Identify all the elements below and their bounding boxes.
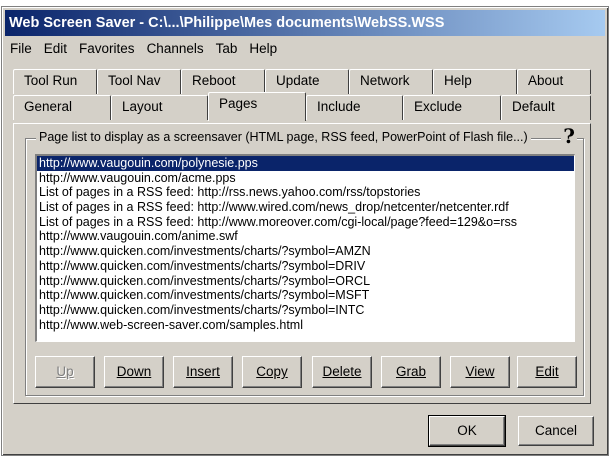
list-item[interactable]: http://www.vaugouin.com/anime.swf xyxy=(37,229,574,244)
tab-reboot[interactable]: Reboot xyxy=(181,69,265,94)
down-button[interactable]: Down xyxy=(104,356,164,388)
insert-button[interactable]: Insert xyxy=(173,356,233,388)
list-item[interactable]: http://www.quicken.com/investments/chart… xyxy=(37,288,574,303)
tab-pages[interactable]: Pages xyxy=(208,92,306,121)
grab-button[interactable]: Grab xyxy=(381,356,441,388)
menu-channels[interactable]: Channels xyxy=(141,39,210,59)
pages-panel: Page list to display as a screensaver (H… xyxy=(13,123,591,404)
list-item[interactable]: List of pages in a RSS feed: http://www.… xyxy=(37,200,574,215)
list-item[interactable]: http://www.quicken.com/investments/chart… xyxy=(37,259,574,274)
menu-bar: File Edit Favorites Channels Tab Help xyxy=(5,38,605,60)
group-legend: Page list to display as a screensaver (H… xyxy=(36,130,531,144)
list-item[interactable]: List of pages in a RSS feed: http://www.… xyxy=(37,215,574,230)
tab-row-front: General Layout Pages Include Exclude Def… xyxy=(13,92,591,121)
list-item[interactable]: List of pages in a RSS feed: http://rss.… xyxy=(37,185,574,200)
page-listbox[interactable]: http://www.vaugouin.com/polynesie.pps htt… xyxy=(35,154,575,342)
question-mark-help-icon[interactable]: ? xyxy=(561,125,577,147)
menu-help[interactable]: Help xyxy=(243,39,283,59)
tab-help[interactable]: Help xyxy=(433,69,517,94)
menu-edit[interactable]: Edit xyxy=(38,39,73,59)
copy-button[interactable]: Copy xyxy=(242,356,302,388)
ok-button[interactable]: OK xyxy=(428,415,506,447)
app-window: Web Screen Saver - C:\...\Philippe\Mes d… xyxy=(1,6,609,456)
tab-about[interactable]: About xyxy=(517,69,591,94)
menu-favorites[interactable]: Favorites xyxy=(73,39,141,59)
list-item[interactable]: http://www.vaugouin.com/acme.pps xyxy=(37,171,574,186)
list-item[interactable]: http://www.quicken.com/investments/chart… xyxy=(37,274,574,289)
tab-include[interactable]: Include xyxy=(306,95,403,120)
tab-default[interactable]: Default xyxy=(501,95,591,120)
cancel-button[interactable]: Cancel xyxy=(518,416,594,446)
view-button[interactable]: View xyxy=(450,356,510,388)
page-list-group: Page list to display as a screensaver (H… xyxy=(25,125,584,396)
tab-update[interactable]: Update xyxy=(265,69,349,94)
tab-exclude[interactable]: Exclude xyxy=(403,95,501,120)
delete-button[interactable]: Delete xyxy=(312,356,372,388)
tab-tool-run[interactable]: Tool Run xyxy=(13,69,97,94)
list-item[interactable]: http://www.quicken.com/investments/chart… xyxy=(37,303,574,318)
list-item[interactable]: http://www.vaugouin.com/polynesie.pps xyxy=(37,156,574,171)
tab-network[interactable]: Network xyxy=(349,69,433,94)
tab-tool-nav[interactable]: Tool Nav xyxy=(97,69,181,94)
window-title: Web Screen Saver - C:\...\Philippe\Mes d… xyxy=(5,10,605,36)
menu-file[interactable]: File xyxy=(5,39,38,59)
up-button[interactable]: Up xyxy=(35,356,95,388)
tab-general[interactable]: General xyxy=(13,95,111,120)
tab-layout[interactable]: Layout xyxy=(111,95,208,120)
menu-tab[interactable]: Tab xyxy=(210,39,244,59)
list-item[interactable]: http://www.quicken.com/investments/chart… xyxy=(37,244,574,259)
edit-button[interactable]: Edit xyxy=(517,356,577,388)
list-item[interactable]: http://www.web-screen-saver.com/samples.… xyxy=(37,318,574,333)
tab-row-back: Tool Run Tool Nav Reboot Update Network … xyxy=(13,69,591,94)
